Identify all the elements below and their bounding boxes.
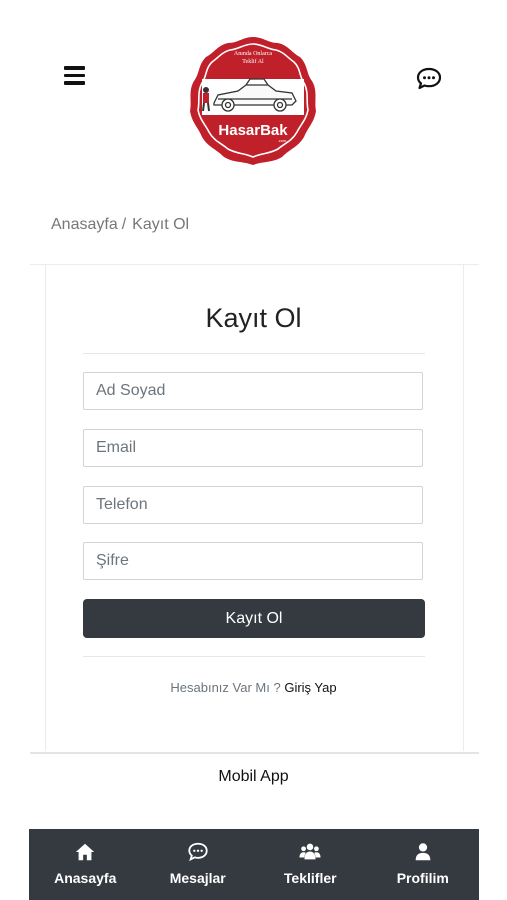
logo-domain: .com: [278, 138, 287, 143]
login-link[interactable]: Giriş Yap: [284, 680, 336, 695]
breadcrumb-current: Kayıt Ol: [132, 216, 190, 233]
breadcrumb: Anasayfa / Kayıt Ol: [51, 216, 189, 234]
user-icon: [415, 843, 431, 861]
nav-item-home[interactable]: Anasayfa: [29, 829, 142, 900]
logo-tagline-1: Anında Onlarca: [234, 51, 272, 57]
login-prompt: Hesabınız Var Mı ? Giriş Yap: [0, 680, 507, 695]
chat-button[interactable]: [415, 66, 443, 92]
password-input[interactable]: [83, 542, 423, 580]
phone-input[interactable]: [83, 486, 423, 524]
nav-label: Anasayfa: [54, 870, 117, 886]
header: Anında Onlarca Teklif Al HasarBak .com: [0, 0, 507, 180]
email-input[interactable]: [83, 429, 423, 467]
register-button[interactable]: Kayıt Ol: [83, 599, 425, 638]
divider: [83, 353, 425, 354]
logo-brand: HasarBak: [218, 122, 288, 139]
hasarbak-logo[interactable]: Anında Onlarca Teklif Al HasarBak .com: [188, 35, 318, 167]
bottom-nav: Anasayfa Mesajlar Teklifler Profilim: [29, 829, 479, 900]
chat-icon: [188, 842, 208, 862]
divider: [83, 656, 425, 657]
nav-item-messages[interactable]: Mesajlar: [142, 829, 255, 900]
hamburger-menu-button[interactable]: [64, 66, 88, 90]
nav-item-profile[interactable]: Profilim: [367, 829, 480, 900]
breadcrumb-separator: /: [121, 216, 127, 233]
page-title: Kayıt Ol: [205, 303, 302, 333]
hamburger-icon: [64, 66, 85, 70]
nav-label: Profilim: [396, 870, 449, 886]
mobile-app-link[interactable]: Mobil App: [0, 768, 507, 786]
chat-bubble-icon: [416, 67, 442, 90]
logo-tagline-2: Teklif Al: [242, 58, 264, 65]
divider: [30, 752, 479, 754]
users-icon: [299, 843, 321, 860]
login-prompt-text: Hesabınız Var Mı ?: [170, 680, 281, 695]
nav-label: Mesajlar: [169, 870, 226, 886]
nav-item-offers[interactable]: Teklifler: [254, 829, 367, 900]
breadcrumb-home-link[interactable]: Anasayfa: [51, 216, 118, 233]
home-icon: [76, 843, 95, 861]
name-input[interactable]: [83, 372, 423, 410]
nav-label: Teklifler: [283, 870, 337, 886]
